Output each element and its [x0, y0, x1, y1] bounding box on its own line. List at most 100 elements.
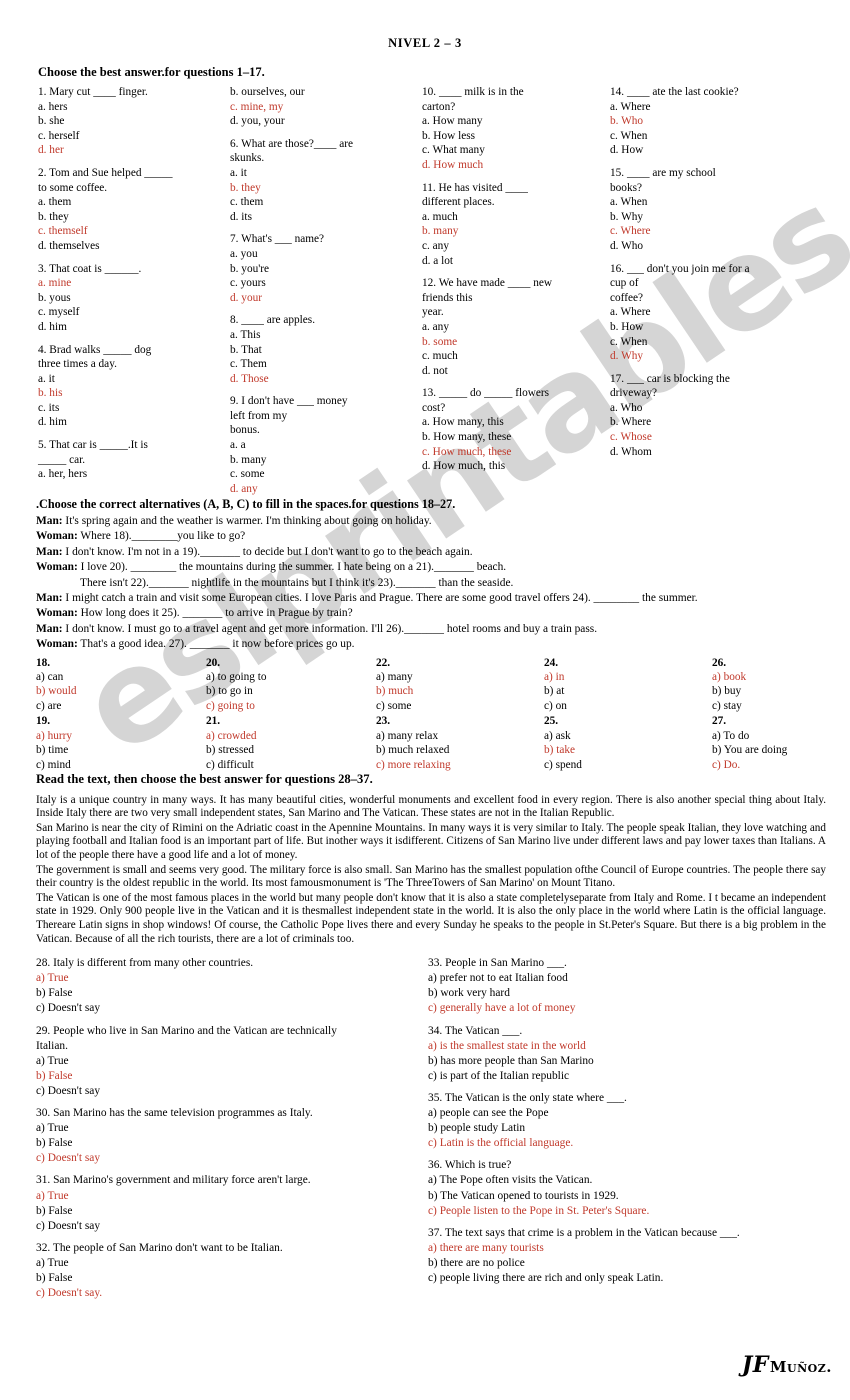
answer-option[interactable]: a) True [36, 971, 416, 986]
answer-option[interactable]: b. many [422, 224, 604, 239]
answer-option[interactable]: a) to going to [206, 670, 267, 684]
answer-option[interactable]: c) stay [712, 699, 787, 713]
answer-option[interactable]: b. How less [422, 129, 604, 144]
answer-option[interactable]: d. you, your [230, 114, 415, 129]
answer-option[interactable]: d. How much [422, 158, 604, 173]
answer-option[interactable]: d. Why [610, 349, 820, 364]
answer-option[interactable]: a. How many, this [422, 415, 604, 430]
answer-option[interactable]: d. him [38, 415, 228, 430]
answer-option[interactable]: b) there are no police [428, 1256, 826, 1271]
answer-option[interactable]: b. yous [38, 291, 228, 306]
answer-option[interactable]: c. Them [230, 357, 415, 372]
answer-option[interactable]: a) crowded [206, 729, 267, 743]
answer-option[interactable]: d. a lot [422, 254, 604, 269]
answer-option[interactable]: c) Doesn't say. [36, 1286, 416, 1301]
answer-option[interactable]: b) people study Latin [428, 1121, 826, 1136]
answer-option[interactable]: d. themselves [38, 239, 228, 254]
answer-option[interactable]: c) mind [36, 758, 76, 772]
answer-option[interactable]: b) buy [712, 684, 787, 698]
answer-option[interactable]: c. yours [230, 276, 415, 291]
answer-option[interactable]: b. Who [610, 114, 820, 129]
answer-option[interactable]: d. How much, this [422, 459, 604, 474]
answer-option[interactable]: c. myself [38, 305, 228, 320]
answer-option[interactable]: b) take [544, 743, 582, 757]
answer-option[interactable]: a) there are many tourists [428, 1241, 826, 1256]
answer-option[interactable]: a. This [230, 328, 415, 343]
answer-option[interactable]: c) more relaxing [376, 758, 451, 772]
answer-option[interactable]: c. When [610, 335, 820, 350]
answer-option[interactable]: a) The Pope often visits the Vatican. [428, 1173, 826, 1188]
answer-option[interactable]: c) people living there are rich and only… [428, 1271, 826, 1286]
answer-option[interactable]: c) Doesn't say [36, 1001, 416, 1016]
answer-option[interactable]: b) False [36, 1204, 416, 1219]
answer-option[interactable]: c. themself [38, 224, 228, 239]
answer-option[interactable]: b. you're [230, 262, 415, 277]
answer-option[interactable]: a) many relax [376, 729, 451, 743]
answer-option[interactable]: a. Who [610, 401, 820, 416]
answer-option[interactable]: c. How much, these [422, 445, 604, 460]
answer-option[interactable]: a) True [36, 1121, 416, 1136]
answer-option[interactable]: d. Who [610, 239, 820, 254]
answer-option[interactable]: b) much relaxed [376, 743, 451, 757]
answer-option[interactable]: c) is part of the Italian republic [428, 1069, 826, 1084]
answer-option[interactable]: c) Latin is the official language. [428, 1136, 826, 1151]
answer-option[interactable]: a. a [230, 438, 415, 453]
answer-option[interactable]: c) some [376, 699, 451, 713]
answer-option[interactable]: a. Where [610, 100, 820, 115]
answer-option[interactable]: c) difficult [206, 758, 267, 772]
answer-option[interactable]: d. your [230, 291, 415, 306]
answer-option[interactable]: b. That [230, 343, 415, 358]
answer-option[interactable]: c) on [544, 699, 582, 713]
answer-option[interactable]: a. hers [38, 100, 228, 115]
answer-option[interactable]: c. Whose [610, 430, 820, 445]
answer-option[interactable]: c) going to [206, 699, 267, 713]
answer-option[interactable]: a) hurry [36, 729, 76, 743]
answer-option[interactable]: c. them [230, 195, 415, 210]
answer-option[interactable]: c) Doesn't say [36, 1084, 416, 1099]
answer-option[interactable]: d. Whom [610, 445, 820, 460]
answer-option[interactable]: b) would [36, 684, 76, 698]
answer-option[interactable]: b. How many, these [422, 430, 604, 445]
answer-option[interactable]: b. many [230, 453, 415, 468]
answer-option[interactable]: a. When [610, 195, 820, 210]
answer-option[interactable]: b) False [36, 986, 416, 1001]
answer-option[interactable]: d. him [38, 320, 228, 335]
answer-option[interactable]: a) book [712, 670, 787, 684]
answer-option[interactable]: c) Doesn't say [36, 1151, 416, 1166]
answer-option[interactable]: c) Doesn't say [36, 1219, 416, 1234]
answer-option[interactable]: d. How [610, 143, 820, 158]
answer-option[interactable]: a. Where [610, 305, 820, 320]
answer-option[interactable]: a) prefer not to eat Italian food [428, 971, 826, 986]
answer-option[interactable]: c) People listen to the Pope in St. Pete… [428, 1204, 826, 1219]
answer-option[interactable]: b) stressed [206, 743, 267, 757]
answer-option[interactable]: b) False [36, 1069, 416, 1084]
answer-option[interactable]: b. his [38, 386, 228, 401]
answer-option[interactable]: b) False [36, 1136, 416, 1151]
answer-option[interactable]: b) work very hard [428, 986, 826, 1001]
answer-option[interactable]: c) spend [544, 758, 582, 772]
answer-option[interactable]: a. much [422, 210, 604, 225]
answer-option[interactable]: b. Why [610, 210, 820, 225]
answer-option[interactable]: a. her, hers [38, 467, 228, 482]
answer-option[interactable]: a. it [230, 166, 415, 181]
answer-option[interactable]: a) is the smallest state in the world [428, 1039, 826, 1054]
answer-option[interactable]: b) False [36, 1271, 416, 1286]
answer-option[interactable]: b) to go in [206, 684, 267, 698]
answer-option[interactable]: a) many [376, 670, 451, 684]
answer-option[interactable]: a) in [544, 670, 582, 684]
answer-option[interactable]: b) much [376, 684, 451, 698]
answer-option[interactable]: d. any [230, 482, 415, 497]
answer-option[interactable]: c) Do. [712, 758, 787, 772]
answer-option[interactable]: b. Where [610, 415, 820, 430]
answer-option[interactable]: c. herself [38, 129, 228, 144]
answer-option[interactable]: d. Those [230, 372, 415, 387]
answer-option[interactable]: c) generally have a lot of money [428, 1001, 826, 1016]
answer-option[interactable]: a. it [38, 372, 228, 387]
answer-option[interactable]: d. not [422, 364, 604, 379]
answer-option[interactable]: a) ask [544, 729, 582, 743]
answer-option[interactable]: c. much [422, 349, 604, 364]
answer-option[interactable]: d. her [38, 143, 228, 158]
answer-option[interactable]: a) To do [712, 729, 787, 743]
answer-option[interactable]: c. its [38, 401, 228, 416]
answer-option[interactable]: b) at [544, 684, 582, 698]
